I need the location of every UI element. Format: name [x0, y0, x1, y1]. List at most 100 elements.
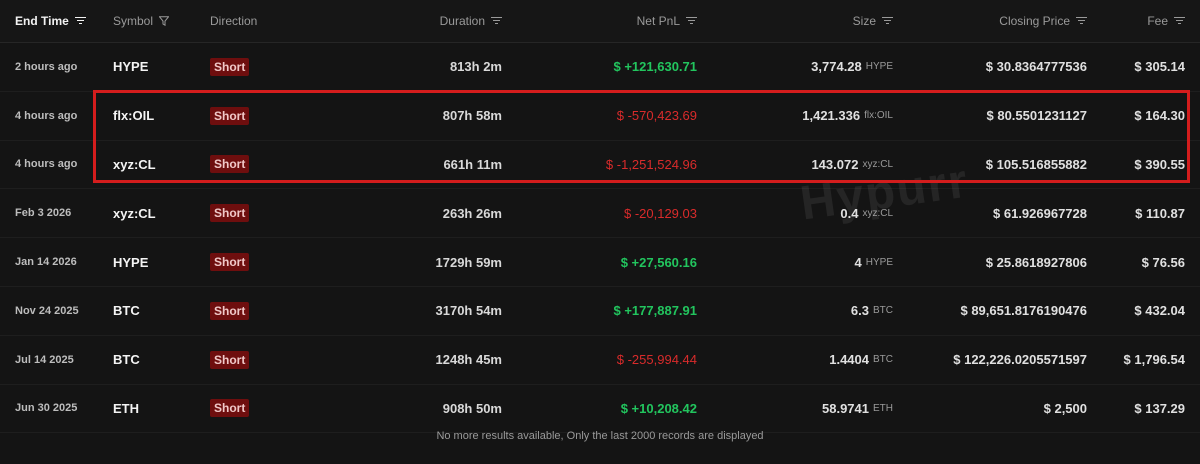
symbol[interactable]: ETH — [113, 385, 139, 433]
sort-icon[interactable] — [74, 17, 86, 25]
sort-icon[interactable] — [686, 17, 697, 25]
duration: 813h 2m — [449, 59, 502, 75]
symbol[interactable]: BTC — [113, 336, 140, 384]
fee: $ 305.14 — [1134, 59, 1185, 75]
size-value: 58.9741 — [822, 400, 869, 416]
col-fee[interactable]: Fee — [1147, 14, 1185, 28]
size: 6.3 BTC — [851, 287, 893, 335]
col-end-time[interactable]: End Time — [15, 14, 86, 28]
end-time: 4 hours ago — [15, 158, 78, 171]
direction-badge: Short — [210, 204, 250, 223]
col-duration-label: Duration — [439, 14, 485, 28]
size-unit: BTC — [873, 305, 893, 317]
col-direction-label: Direction — [210, 14, 258, 28]
table-row[interactable]: Jan 14 2026 HYPE Short 1729h 59m $ +27,5… — [0, 238, 1200, 287]
net-pnl: $ +27,560.16 — [620, 254, 697, 270]
net-pnl: $ -20,129.03 — [623, 205, 697, 221]
direction-badge: Short — [210, 350, 250, 369]
size-value: 1.4404 — [829, 352, 869, 368]
direction-badge: Short — [210, 253, 250, 272]
duration: 263h 26m — [442, 205, 502, 221]
table-row[interactable]: Nov 24 2025 BTC Short 3170h 54m $ +177,8… — [0, 287, 1200, 336]
size-value: 1,421.336 — [802, 108, 861, 124]
duration: 1248h 45m — [435, 352, 503, 368]
closing-price: $ 105.516855882 — [985, 156, 1087, 172]
table-row[interactable]: 4 hours ago xyz:CL Short 661h 11m $ -1,2… — [0, 141, 1200, 190]
col-end-time-label: End Time — [15, 14, 69, 28]
end-time: 2 hours ago — [15, 60, 78, 73]
closing-price: $ 30.8364777536 — [985, 59, 1087, 75]
end-time: Nov 24 2025 — [15, 304, 79, 317]
col-net-pnl[interactable]: Net PnL — [637, 14, 697, 28]
col-symbol-label: Symbol — [113, 14, 154, 28]
size-unit: HYPE — [865, 256, 893, 268]
fee: $ 110.87 — [1135, 205, 1185, 221]
table-row[interactable]: 2 hours ago HYPE Short 813h 2m $ +121,63… — [0, 43, 1200, 92]
duration: 807h 58m — [442, 108, 502, 124]
size-value: 6.3 — [850, 303, 869, 319]
direction: Short — [210, 336, 250, 384]
size-unit: flx:OIL — [864, 110, 893, 122]
col-closing-price[interactable]: Closing Price — [999, 14, 1087, 28]
end-time: 4 hours ago — [15, 109, 78, 122]
net-pnl: $ +177,887.91 — [613, 303, 698, 319]
size-unit: BTC — [873, 354, 893, 366]
symbol[interactable]: flx:OIL — [113, 92, 154, 140]
sort-icon[interactable] — [1174, 17, 1185, 25]
size-value: 3,774.28 — [811, 59, 862, 75]
direction: Short — [210, 189, 250, 237]
col-duration[interactable]: Duration — [440, 14, 502, 28]
footer-note: No more results available, Only the last… — [436, 430, 764, 442]
closing-price: $ 122,226.0205571597 — [953, 352, 1087, 368]
net-pnl: $ -570,423.69 — [616, 108, 697, 124]
net-pnl: $ +121,630.71 — [613, 59, 698, 75]
trade-history-table: End Time Symbol Direction Duration Net P… — [0, 0, 1200, 434]
symbol[interactable]: HYPE — [113, 43, 148, 91]
size-unit: ETH — [873, 402, 893, 414]
size-unit: HYPE — [865, 61, 893, 73]
closing-price: $ 25.8618927806 — [985, 254, 1087, 270]
direction-badge: Short — [210, 301, 250, 320]
col-size[interactable]: Size — [853, 14, 893, 28]
fee: $ 432.04 — [1134, 303, 1185, 319]
end-time: Jun 30 2025 — [15, 402, 78, 415]
direction: Short — [210, 43, 250, 91]
direction-badge: Short — [210, 155, 250, 174]
end-time: Jan 14 2026 — [15, 256, 77, 269]
sort-icon[interactable] — [1076, 17, 1087, 25]
duration: 908h 50m — [442, 400, 502, 416]
table-body: 2 hours ago HYPE Short 813h 2m $ +121,63… — [0, 43, 1200, 434]
table-row[interactable]: Feb 3 2026 xyz:CL Short 263h 26m $ -20,1… — [0, 189, 1200, 239]
symbol[interactable]: BTC — [113, 287, 140, 335]
closing-price: $ 80.5501231127 — [986, 108, 1088, 124]
col-net-pnl-label: Net PnL — [636, 14, 680, 28]
symbol[interactable]: xyz:CL — [113, 189, 156, 237]
duration: 661h 11m — [443, 156, 502, 172]
sort-icon[interactable] — [491, 17, 502, 25]
symbol[interactable]: HYPE — [113, 238, 148, 286]
fee: $ 164.30 — [1134, 108, 1185, 124]
direction: Short — [210, 385, 250, 433]
symbol[interactable]: xyz:CL — [113, 141, 156, 189]
size: 58.9741 ETH — [822, 385, 893, 433]
fee: $ 137.29 — [1134, 400, 1185, 416]
net-pnl: $ -255,994.44 — [616, 352, 697, 368]
net-pnl: $ -1,251,524.96 — [605, 156, 697, 172]
direction: Short — [210, 238, 250, 286]
direction: Short — [210, 92, 250, 140]
size: 1,421.336 flx:OIL — [802, 92, 893, 140]
table-row[interactable]: 4 hours ago flx:OIL Short 807h 58m $ -57… — [0, 92, 1200, 141]
table-row[interactable]: Jun 30 2025 ETH Short 908h 50m $ +10,208… — [0, 385, 1200, 434]
size-value: 4 — [854, 254, 862, 270]
direction: Short — [210, 287, 250, 335]
net-pnl: $ +10,208.42 — [620, 400, 697, 416]
filter-icon[interactable] — [159, 16, 170, 26]
col-symbol[interactable]: Symbol — [113, 14, 170, 28]
sort-icon[interactable] — [882, 17, 893, 25]
table-row[interactable]: Jul 14 2025 BTC Short 1248h 45m $ -255,9… — [0, 336, 1200, 385]
table-header: End Time Symbol Direction Duration Net P… — [0, 0, 1200, 43]
duration: 3170h 54m — [435, 303, 503, 319]
direction-badge: Short — [210, 399, 250, 418]
direction: Short — [210, 141, 250, 189]
size: 3,774.28 HYPE — [811, 43, 893, 91]
